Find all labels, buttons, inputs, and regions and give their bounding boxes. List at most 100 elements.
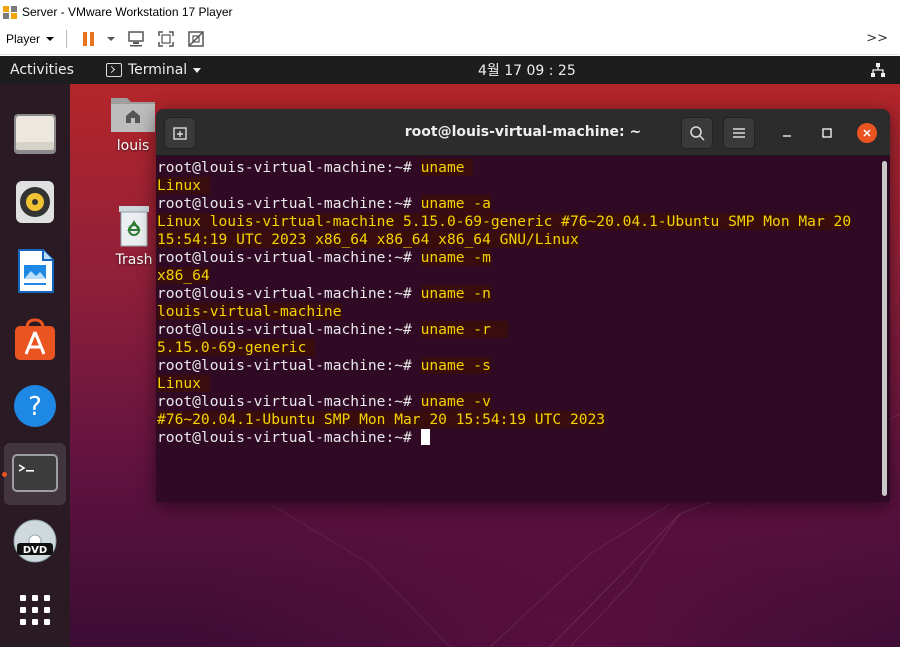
command-output: 15:54:19 UTC 2023 x86_64 x86_64 x86_64 G… bbox=[157, 231, 579, 248]
desktop-trash[interactable]: Trash bbox=[112, 202, 156, 268]
close-icon bbox=[863, 129, 871, 137]
terminal-line: x86_64 bbox=[157, 267, 890, 285]
rhythmbox-icon bbox=[16, 181, 54, 223]
search-icon bbox=[690, 126, 705, 141]
shell-prompt: root@louis-virtual-machine:~# bbox=[157, 429, 421, 446]
close-button[interactable] bbox=[857, 123, 877, 143]
minimize-button[interactable] bbox=[777, 123, 797, 143]
app-menu-label: Terminal bbox=[128, 62, 188, 78]
shell-prompt: root@louis-virtual-machine:~# bbox=[157, 195, 421, 212]
terminal-line: louis-virtual-machine bbox=[157, 303, 890, 321]
pause-options-chevron-icon[interactable] bbox=[107, 37, 116, 41]
maximize-button[interactable] bbox=[817, 123, 837, 143]
vmware-titlebar: Server - VMware Workstation 17 Player bbox=[0, 0, 900, 24]
terminal-line: root@louis-virtual-machine:~# bbox=[157, 429, 890, 447]
clock[interactable]: 4월 17 09 : 25 bbox=[478, 60, 576, 80]
command-output: Linux louis-virtual-machine 5.15.0-69-ge… bbox=[157, 213, 852, 230]
show-applications-icon bbox=[20, 595, 50, 625]
chevron-down-icon bbox=[46, 37, 55, 41]
svg-text:?: ? bbox=[28, 392, 42, 422]
dock-item-rhythmbox[interactable] bbox=[4, 171, 66, 233]
terminal-line: root@louis-virtual-machine:~# uname bbox=[157, 159, 890, 177]
terminal-scrollbar[interactable] bbox=[882, 161, 887, 496]
running-indicator bbox=[2, 472, 7, 477]
toolbar-divider bbox=[66, 30, 68, 48]
dock-item-terminal[interactable] bbox=[4, 443, 66, 505]
send-ctrl-alt-del-button[interactable] bbox=[125, 28, 147, 50]
terminal-line: 5.15.0-69-generic bbox=[157, 339, 890, 357]
command-output: Linux bbox=[157, 375, 210, 392]
command-output: x86_64 bbox=[157, 267, 210, 284]
terminal-line: #76~20.04.1-Ubuntu SMP Mon Mar 20 15:54:… bbox=[157, 411, 890, 429]
player-menu-button[interactable]: Player bbox=[6, 32, 55, 46]
unity-icon bbox=[188, 31, 204, 47]
terminal-window[interactable]: root@louis-virtual-machine: ~ root@louis… bbox=[156, 109, 890, 502]
home-folder-icon bbox=[111, 98, 155, 132]
chevron-down-icon bbox=[193, 67, 202, 73]
player-menu-label: Player bbox=[6, 32, 41, 46]
terminal-line: root@louis-virtual-machine:~# uname -r bbox=[157, 321, 890, 339]
trash-icon bbox=[119, 206, 149, 247]
dvd-icon: DVD bbox=[13, 519, 57, 563]
dock-item-dvd[interactable]: DVD bbox=[4, 510, 66, 572]
libreoffice-writer-icon bbox=[18, 249, 54, 293]
app-menu-button[interactable]: Terminal bbox=[106, 62, 202, 78]
shell-prompt: root@louis-virtual-machine:~# bbox=[157, 285, 421, 302]
shell-command: uname -m bbox=[420, 249, 491, 266]
activities-button[interactable]: Activities bbox=[10, 62, 74, 78]
shell-prompt: root@louis-virtual-machine:~# bbox=[157, 393, 421, 410]
shell-prompt: root@louis-virtual-machine:~# bbox=[157, 321, 421, 338]
command-output: Linux bbox=[157, 177, 210, 194]
dock-item-writer[interactable] bbox=[4, 240, 66, 302]
terminal-headerbar[interactable]: root@louis-virtual-machine: ~ bbox=[156, 109, 890, 156]
terminal-app-icon bbox=[106, 63, 122, 77]
desktop-trash-label: Trash bbox=[115, 252, 153, 268]
terminal-line: root@louis-virtual-machine:~# uname -m bbox=[157, 249, 890, 267]
terminal-line: root@louis-virtual-machine:~# uname -s bbox=[157, 357, 890, 375]
fullscreen-button[interactable] bbox=[155, 28, 177, 50]
shell-command: uname -n bbox=[420, 285, 491, 302]
shell-command: uname bbox=[420, 159, 474, 176]
help-icon: ? bbox=[14, 385, 56, 427]
dock-item-show-apps[interactable] bbox=[4, 579, 66, 641]
command-output: louis-virtual-machine bbox=[157, 303, 342, 320]
shell-prompt: root@louis-virtual-machine:~# bbox=[157, 357, 421, 374]
maximize-icon bbox=[822, 128, 832, 138]
dock: ? DVD bbox=[0, 84, 70, 647]
hamburger-menu-button[interactable] bbox=[723, 117, 755, 149]
pause-button[interactable] bbox=[77, 28, 99, 50]
shell-prompt: root@louis-virtual-machine:~# bbox=[157, 249, 421, 266]
computer-send-icon bbox=[128, 31, 144, 47]
files-icon bbox=[14, 114, 56, 154]
shell-command: uname -v bbox=[420, 393, 491, 410]
minimize-icon bbox=[783, 135, 791, 137]
terminal-line: root@louis-virtual-machine:~# uname -a bbox=[157, 195, 890, 213]
unity-mode-button[interactable] bbox=[185, 28, 207, 50]
desktop-home-folder[interactable]: louis bbox=[108, 92, 158, 154]
ubuntu-software-icon bbox=[15, 318, 55, 360]
command-output: #76~20.04.1-Ubuntu SMP Mon Mar 20 15:54:… bbox=[157, 411, 606, 428]
dock-item-help[interactable]: ? bbox=[4, 375, 66, 437]
network-icon[interactable] bbox=[870, 62, 886, 82]
terminal-icon bbox=[12, 454, 58, 492]
hamburger-menu-icon bbox=[733, 128, 745, 138]
terminal-line: Linux bbox=[157, 375, 890, 393]
search-button[interactable] bbox=[681, 117, 713, 149]
terminal-output[interactable]: root@louis-virtual-machine:~# uname Linu… bbox=[156, 157, 890, 502]
terminal-line: Linux louis-virtual-machine 5.15.0-69-ge… bbox=[157, 213, 890, 231]
command-output: 5.15.0-69-generic bbox=[157, 339, 316, 356]
dock-item-software[interactable] bbox=[4, 309, 66, 371]
terminal-line: root@louis-virtual-machine:~# uname -v bbox=[157, 393, 890, 411]
shell-command: uname -a bbox=[420, 195, 491, 212]
svg-text:DVD: DVD bbox=[23, 545, 47, 556]
shell-command: uname -s bbox=[420, 357, 491, 374]
shell-command: uname -r bbox=[420, 321, 509, 338]
pause-icon bbox=[82, 32, 94, 46]
vmware-window-title: Server - VMware Workstation 17 Player bbox=[22, 5, 233, 19]
toolbar-overflow-button[interactable]: >> bbox=[866, 31, 888, 46]
fullscreen-icon bbox=[158, 31, 174, 47]
dock-item-files[interactable] bbox=[4, 102, 66, 164]
gnome-top-bar: Activities Terminal 4월 17 09 : 25 bbox=[0, 56, 900, 84]
vmware-toolbar: Player >> bbox=[0, 24, 900, 55]
text-cursor bbox=[420, 429, 430, 445]
